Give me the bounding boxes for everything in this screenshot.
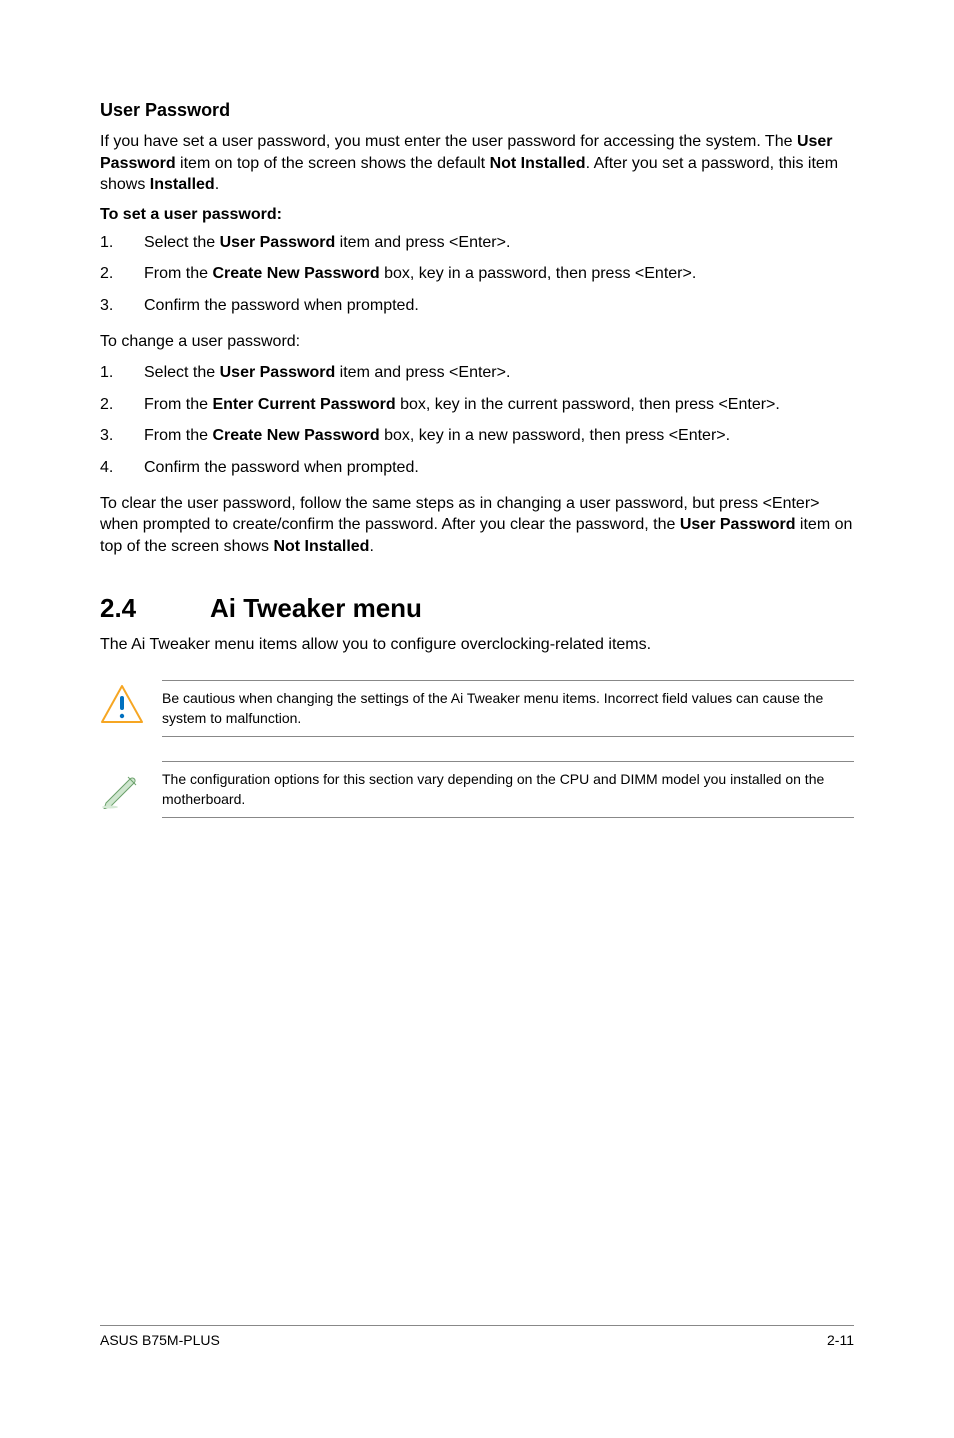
section-title: Ai Tweaker menu	[210, 593, 422, 623]
step-number: 4.	[100, 457, 144, 479]
info-note: The configuration options for this secti…	[100, 761, 854, 818]
step-number: 1.	[100, 362, 144, 384]
step-text: From the Enter Current Password box, key…	[144, 394, 780, 416]
pen-icon	[100, 761, 162, 809]
step-text: Select the User Password item and press …	[144, 362, 510, 384]
text-bold: Not Installed	[490, 155, 586, 172]
text: From the	[144, 265, 212, 282]
section-number: 2.4	[100, 593, 210, 624]
step-text: Confirm the password when prompted.	[144, 457, 419, 479]
step-text: From the Create New Password box, key in…	[144, 425, 730, 447]
caution-text: Be cautious when changing the settings o…	[162, 680, 854, 737]
list-item: 2. From the Create New Password box, key…	[100, 263, 854, 285]
user-password-intro: If you have set a user password, you mus…	[100, 131, 854, 196]
text: item and press <Enter>.	[335, 234, 510, 251]
list-item: 2. From the Enter Current Password box, …	[100, 394, 854, 416]
step-number: 1.	[100, 232, 144, 254]
text: From the	[144, 427, 212, 444]
text: box, key in a new password, then press <…	[380, 427, 730, 444]
section-heading: 2.4Ai Tweaker menu	[100, 593, 854, 624]
page: User Password If you have set a user pas…	[0, 0, 954, 1398]
step-number: 2.	[100, 394, 144, 416]
text: If you have set a user password, you mus…	[100, 133, 797, 150]
caution-icon	[100, 680, 162, 724]
list-item: 3. Confirm the password when prompted.	[100, 295, 854, 317]
section-intro: The Ai Tweaker menu items allow you to c…	[100, 634, 854, 656]
text-bold: Installed	[150, 176, 215, 193]
text-bold: User Password	[680, 516, 796, 533]
text-bold: User Password	[220, 364, 336, 381]
text: From the	[144, 396, 212, 413]
info-text: The configuration options for this secti…	[162, 761, 854, 818]
change-password-steps: 1. Select the User Password item and pre…	[100, 362, 854, 478]
text: Select the	[144, 364, 220, 381]
page-footer: ASUS B75M-PLUS 2-11	[100, 1325, 854, 1348]
text: Select the	[144, 234, 220, 251]
set-password-heading: To set a user password:	[100, 206, 854, 224]
text: .	[369, 538, 373, 555]
user-password-heading: User Password	[100, 100, 854, 121]
step-text: From the Create New Password box, key in…	[144, 263, 696, 285]
text: item on top of the screen shows the defa…	[176, 155, 490, 172]
list-item: 3. From the Create New Password box, key…	[100, 425, 854, 447]
clear-password-text: To clear the user password, follow the s…	[100, 493, 854, 558]
text-bold: Create New Password	[212, 427, 379, 444]
text: Confirm the password when prompted.	[144, 297, 419, 314]
text: box, key in the current password, then p…	[396, 396, 780, 413]
set-password-steps: 1. Select the User Password item and pre…	[100, 232, 854, 317]
step-number: 3.	[100, 425, 144, 447]
text: .	[215, 176, 219, 193]
step-text: Select the User Password item and press …	[144, 232, 510, 254]
list-item: 1. Select the User Password item and pre…	[100, 232, 854, 254]
step-number: 3.	[100, 295, 144, 317]
text: Confirm the password when prompted.	[144, 459, 419, 476]
list-item: 1. Select the User Password item and pre…	[100, 362, 854, 384]
text-bold: Not Installed	[273, 538, 369, 555]
text: item and press <Enter>.	[335, 364, 510, 381]
step-number: 2.	[100, 263, 144, 285]
text: box, key in a password, then press <Ente…	[380, 265, 697, 282]
step-text: Confirm the password when prompted.	[144, 295, 419, 317]
list-item: 4. Confirm the password when prompted.	[100, 457, 854, 479]
text-bold: User Password	[220, 234, 336, 251]
footer-page-number: 2-11	[827, 1332, 854, 1348]
text-bold: Create New Password	[212, 265, 379, 282]
footer-product: ASUS B75M-PLUS	[100, 1332, 220, 1348]
change-password-heading: To change a user password:	[100, 331, 854, 353]
caution-note: Be cautious when changing the settings o…	[100, 680, 854, 737]
text-bold: Enter Current Password	[212, 396, 395, 413]
